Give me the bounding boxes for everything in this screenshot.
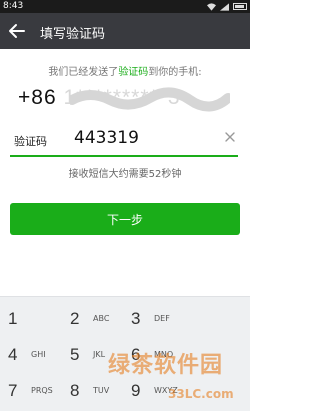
key-letters: TUV <box>93 386 110 395</box>
prompt-link: 验证码 <box>118 67 149 78</box>
key-3[interactable]: 3 DEF <box>131 309 201 337</box>
battery-icon <box>233 3 247 10</box>
next-button[interactable]: 下一步 <box>10 203 240 235</box>
prompt-suffix: 到你的手机: <box>148 67 202 78</box>
title-bar: 填写验证码 <box>0 13 250 49</box>
key-letters: DEF <box>154 314 170 323</box>
key-digit: 4 <box>8 345 18 364</box>
back-arrow-icon[interactable] <box>7 20 27 42</box>
key-letters: GHI <box>31 350 46 359</box>
watermark-logo: 绿茶软件园 <box>108 353 224 378</box>
key-digit: 5 <box>70 345 80 364</box>
key-digit: 8 <box>70 381 80 400</box>
key-digit: 2 <box>70 309 80 328</box>
key-letters: PRQS <box>31 386 53 395</box>
status-bar: 8:43 <box>0 0 250 13</box>
signal-icon <box>220 2 229 11</box>
key-digit: 3 <box>131 309 141 328</box>
key-letters: JKL <box>93 350 106 359</box>
key-digit: 9 <box>131 381 141 400</box>
page-title: 填写验证码 <box>40 27 106 42</box>
key-letters: ABC <box>93 314 110 323</box>
key-1[interactable]: 1 <box>8 309 78 337</box>
status-icons <box>207 1 247 12</box>
code-label: 验证码 <box>14 135 47 148</box>
watermark-url: 33LC.com <box>168 387 234 401</box>
countdown-text: 接收短信大约需要52秒钟 <box>68 169 182 180</box>
prompt-prefix: 我们已经发送了 <box>48 67 119 78</box>
status-time: 8:43 <box>3 1 24 11</box>
key-4[interactable]: 4 GHI <box>8 345 78 373</box>
key-digit: 7 <box>8 381 18 400</box>
clear-icon[interactable] <box>224 131 236 143</box>
input-underline <box>10 155 238 157</box>
code-input[interactable] <box>74 126 224 150</box>
key-2[interactable]: 2 ABC <box>70 309 140 337</box>
key-digit: 1 <box>8 309 18 328</box>
key-8[interactable]: 8 TUV <box>70 381 140 409</box>
key-7[interactable]: 7 PRQS <box>8 381 78 409</box>
country-code: +86 <box>18 86 57 109</box>
redaction-scribble <box>70 87 230 112</box>
sent-prompt: 我们已经发送了验证码到你的手机: <box>0 63 250 78</box>
keyboard-row: 1 2 ABC 3 DEF <box>0 309 250 339</box>
wifi-icon <box>207 2 216 11</box>
